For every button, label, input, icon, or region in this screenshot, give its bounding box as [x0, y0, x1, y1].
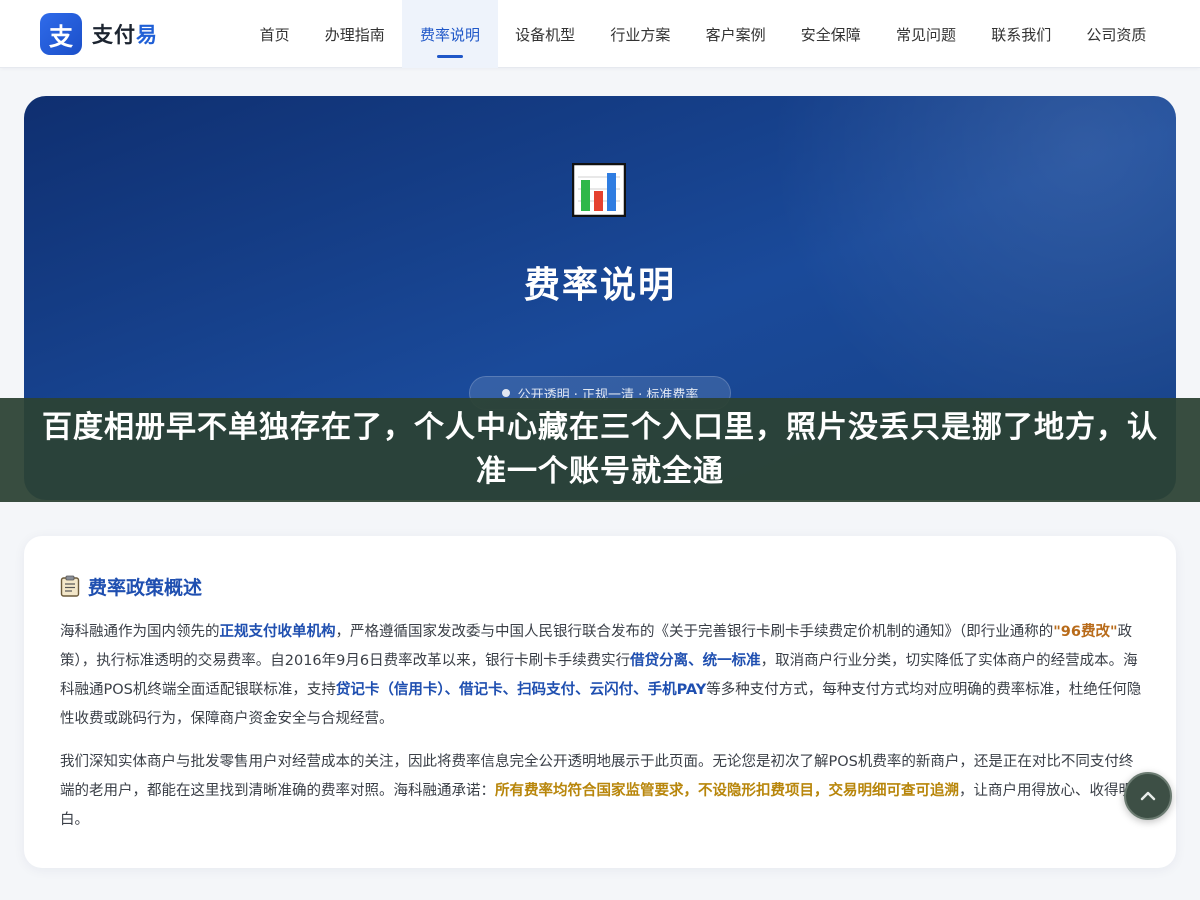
- nav-item-contact[interactable]: 联系我们: [974, 0, 1069, 68]
- overlay-headline: 百度相册早不单独存在了，个人中心藏在三个入口里，照片没丢只是挪了地方，认准一个账…: [0, 398, 1200, 502]
- policy-paragraph-2: 我们深知实体商户与批发零售用户对经营成本的关注，因此将费率信息完全公开透明地展示…: [60, 748, 1142, 835]
- p1-highlight-institution: 正规支付收单机构: [219, 624, 336, 640]
- nav-item-security[interactable]: 安全保障: [783, 0, 878, 68]
- p1-highlight-standard: 借贷分离、统一标准: [630, 653, 761, 669]
- nav-item-faq[interactable]: 常见问题: [878, 0, 973, 68]
- section-title: 费率政策概述: [88, 576, 203, 599]
- chevron-up-icon: [1140, 791, 1156, 801]
- page-title: 费率说明: [523, 265, 676, 306]
- p1-highlight-policy: "96费改": [1053, 624, 1118, 640]
- nav-item-cases[interactable]: 客户案例: [688, 0, 783, 68]
- bar-chart-icon: [572, 163, 626, 217]
- brand-name-prefix: 支付: [92, 23, 136, 47]
- nav-item-devices[interactable]: 设备机型: [498, 0, 593, 68]
- nav-item-qualifications[interactable]: 公司资质: [1069, 0, 1164, 68]
- rate-policy-card: 费率政策概述 海科融通作为国内领先的正规支付收单机构，严格遵循国家发改委与中国人…: [24, 536, 1176, 868]
- clipboard-icon: [60, 575, 80, 597]
- badge-dot-icon: [501, 389, 510, 397]
- brand-logo[interactable]: 支 支付易: [40, 12, 158, 56]
- nav-item-industry[interactable]: 行业方案: [593, 0, 688, 68]
- main-nav: 首页 办理指南 费率说明 设备机型 行业方案 客户案例 安全保障 常见问题 联系…: [242, 0, 1164, 68]
- nav-item-guide[interactable]: 办理指南: [307, 0, 402, 68]
- brand-name-accent: 易: [136, 23, 158, 47]
- nav-item-rates[interactable]: 费率说明: [402, 0, 498, 68]
- nav-item-home[interactable]: 首页: [242, 0, 307, 68]
- overlay-headline-text: 百度相册早不单独存在了，个人中心藏在三个入口里，照片没丢只是挪了地方，认准一个账…: [42, 410, 1158, 489]
- p1-text-1: 海科融通作为国内领先的: [60, 624, 220, 640]
- p2-highlight-promise: 所有费率均符合国家监管要求，不设隐形扣费项目，交易明细可查可追溯: [495, 783, 959, 799]
- site-header: 支 支付易 首页 办理指南 费率说明 设备机型 行业方案 客户案例 安全保障 常…: [0, 0, 1200, 68]
- section-heading: 费率政策概述: [60, 572, 202, 600]
- p1-text-2: ，严格遵循国家发改委与中国人民银行联合发布的《关于完善银行卡刷卡手续费定价机制的…: [335, 624, 1054, 640]
- back-to-top-button[interactable]: [1124, 772, 1172, 820]
- policy-paragraph-1: 海科融通作为国内领先的正规支付收单机构，严格遵循国家发改委与中国人民银行联合发布…: [60, 618, 1142, 734]
- brand-name: 支付易: [92, 19, 158, 49]
- logo-mark: 支: [40, 13, 82, 55]
- p1-highlight-payment-methods: 贷记卡（信用卡）、借记卡、扫码支付、云闪付、手机PAY: [335, 682, 707, 698]
